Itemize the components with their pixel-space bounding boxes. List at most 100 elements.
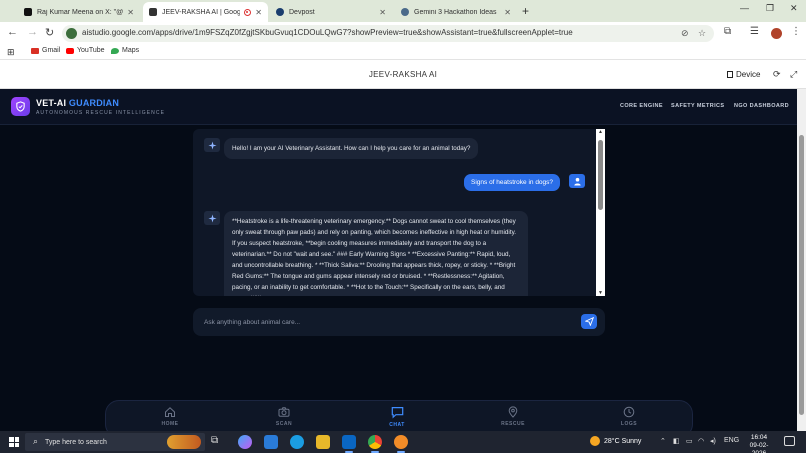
bot-avatar-icon bbox=[204, 138, 220, 152]
send-button[interactable] bbox=[581, 314, 597, 329]
nav-core-engine[interactable]: CORE ENGINE bbox=[620, 103, 663, 109]
browser-tab-strip: Raj Kumar Meena on X: "@sau ✕ JEEV-RAKSH… bbox=[0, 0, 806, 22]
language-indicator[interactable]: ENG bbox=[724, 437, 739, 444]
fullscreen-icon[interactable]: ⤢ bbox=[790, 69, 797, 80]
ai-studio-icon bbox=[149, 8, 157, 16]
scroll-down-arrow-icon[interactable]: ▼ bbox=[596, 290, 605, 296]
eye-off-icon[interactable]: ⊘ bbox=[681, 28, 689, 39]
nav-rescue[interactable]: RESCUE bbox=[488, 406, 538, 427]
app-icon[interactable] bbox=[394, 435, 408, 449]
chat-scrollbar-thumb[interactable] bbox=[598, 140, 603, 210]
shield-logo-icon bbox=[11, 97, 30, 116]
chrome-menu-icon[interactable]: ⋮ bbox=[791, 26, 801, 37]
nav-label: SCAN bbox=[275, 421, 293, 427]
brand-main: VET-AI bbox=[36, 98, 67, 108]
vpn-icon[interactable]: ◧ bbox=[673, 437, 680, 445]
chat-input-bar bbox=[193, 308, 605, 336]
taskbar-clock[interactable]: 16:04 09-02-2026 bbox=[744, 434, 774, 453]
scrollbar-thumb[interactable] bbox=[799, 135, 804, 415]
brand-accent: GUARDIAN bbox=[68, 98, 120, 108]
taskbar-search-placeholder: Type here to search bbox=[45, 439, 107, 446]
close-window-button[interactable]: ✕ bbox=[790, 3, 798, 14]
chat-scrollbar[interactable]: ▲ ▼ bbox=[596, 129, 605, 296]
tab-jeev-raksha[interactable]: JEEV-RAKSHA AI | Google A ✕ bbox=[143, 2, 268, 22]
nav-safety-metrics[interactable]: SAFETY METRICS bbox=[671, 103, 724, 109]
clock-date: 09-02-2026 bbox=[749, 442, 769, 453]
close-tab-icon[interactable]: ✕ bbox=[255, 8, 262, 17]
chrome-icon[interactable] bbox=[368, 435, 382, 449]
tab-gemini[interactable]: Gemini 3 Hackathon Ideas ✕ bbox=[395, 2, 517, 22]
extensions-icon[interactable]: ⧉ bbox=[724, 26, 731, 37]
battery-icon[interactable]: ▭ bbox=[686, 437, 693, 445]
new-tab-button[interactable]: + bbox=[522, 4, 529, 18]
camera-icon bbox=[278, 407, 290, 417]
omnibox[interactable]: aistudio.google.com/apps/drive/1m9FSZqZ0… bbox=[62, 25, 714, 42]
refresh-preview-icon[interactable]: ⟳ bbox=[773, 69, 781, 80]
notification-icon[interactable] bbox=[784, 436, 795, 446]
reload-button[interactable]: ↻ bbox=[45, 26, 54, 39]
bookmark-label: YouTube bbox=[77, 47, 105, 54]
page-scrollbar[interactable] bbox=[797, 89, 806, 431]
search-highlight-icon[interactable] bbox=[167, 435, 201, 449]
apps-grid-icon[interactable]: ⊞ bbox=[7, 47, 15, 58]
profile-avatar[interactable] bbox=[771, 28, 782, 39]
clock-time: 16:04 bbox=[750, 434, 768, 441]
tab-x-post[interactable]: Raj Kumar Meena on X: "@sau ✕ bbox=[18, 2, 140, 22]
tab-search-icon[interactable]: ☰ bbox=[750, 26, 759, 37]
linkedin-icon[interactable] bbox=[342, 435, 356, 449]
close-tab-icon[interactable]: ✕ bbox=[127, 8, 134, 17]
bookmark-star-icon[interactable]: ☆ bbox=[698, 28, 706, 39]
close-tab-icon[interactable]: ✕ bbox=[379, 8, 386, 17]
device-button[interactable]: Device bbox=[727, 70, 760, 79]
volume-icon[interactable]: ◂) bbox=[710, 437, 716, 445]
home-icon bbox=[165, 407, 175, 417]
mail-icon[interactable] bbox=[264, 435, 278, 449]
nav-label: CHAT bbox=[389, 422, 405, 428]
chat-icon bbox=[391, 407, 403, 419]
chat-input[interactable] bbox=[204, 316, 564, 328]
nav-logs[interactable]: LOGS bbox=[604, 406, 654, 427]
tab-title: Raj Kumar Meena on X: "@sau bbox=[37, 8, 124, 16]
forward-button[interactable]: → bbox=[27, 26, 38, 38]
file-explorer-icon[interactable] bbox=[316, 435, 330, 449]
nav-label: RESCUE bbox=[501, 421, 525, 427]
scroll-up-arrow-icon[interactable]: ▲ bbox=[596, 129, 605, 135]
app-tagline: AUTONOMOUS RESCUE INTELLIGENCE bbox=[36, 110, 166, 116]
copilot-icon[interactable] bbox=[238, 435, 252, 449]
chat-panel: Hello! I am your AI Veterinary Assistant… bbox=[193, 129, 605, 296]
bot-avatar-icon bbox=[204, 211, 220, 225]
bookmark-maps[interactable]: Maps bbox=[111, 47, 139, 54]
studio-app-title: JEEV-RAKSHA AI bbox=[368, 70, 438, 79]
edge-icon[interactable] bbox=[290, 435, 304, 449]
device-label: Device bbox=[736, 70, 761, 79]
nav-chat[interactable]: CHAT bbox=[372, 406, 422, 428]
task-view-icon[interactable]: ⧉ bbox=[211, 435, 225, 449]
recording-icon bbox=[244, 8, 252, 16]
bookmark-youtube[interactable]: YouTube bbox=[66, 47, 105, 54]
close-tab-icon[interactable]: ✕ bbox=[504, 8, 511, 17]
url-text: aistudio.google.com/apps/drive/1m9FSZqZ0… bbox=[82, 28, 573, 37]
site-info-icon[interactable] bbox=[66, 28, 77, 39]
nav-ngo-dashboard[interactable]: NGO DASHBOARD bbox=[734, 103, 789, 109]
send-icon bbox=[584, 317, 594, 326]
nav-home[interactable]: HOME bbox=[145, 406, 195, 427]
weather-text: 28°C Sunny bbox=[604, 437, 642, 445]
bookmark-gmail[interactable]: Gmail bbox=[31, 47, 60, 54]
wifi-icon[interactable]: ◠ bbox=[698, 437, 704, 445]
tray-chevron-icon[interactable]: ⌃ bbox=[660, 437, 666, 445]
maximize-button[interactable]: ❐ bbox=[766, 3, 774, 14]
youtube-icon bbox=[66, 47, 74, 54]
devpost-icon bbox=[276, 8, 284, 16]
user-message: Signs of heatstroke in dogs? bbox=[464, 174, 561, 191]
tab-devpost[interactable]: Devpost ✕ bbox=[270, 2, 392, 22]
minimize-button[interactable]: — bbox=[740, 3, 749, 13]
back-button[interactable]: ← bbox=[7, 26, 18, 38]
weather-widget[interactable]: 28°C Sunny bbox=[590, 436, 641, 446]
bot-message: Hello! I am your AI Veterinary Assistant… bbox=[224, 138, 479, 159]
nav-label: LOGS bbox=[620, 421, 638, 427]
maps-icon bbox=[111, 47, 119, 54]
nav-scan[interactable]: SCAN bbox=[259, 406, 309, 427]
bookmark-label: Maps bbox=[122, 47, 140, 54]
device-icon bbox=[727, 71, 733, 78]
windows-start-icon[interactable] bbox=[9, 437, 19, 447]
